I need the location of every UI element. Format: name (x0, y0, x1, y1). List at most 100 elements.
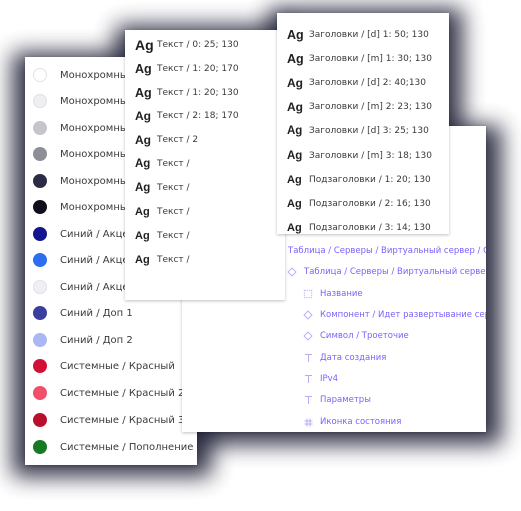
text-style-item[interactable]: Ag Текст / 2 (125, 128, 198, 152)
text-style-item[interactable]: Ag Текст / (125, 248, 190, 272)
text-style-label: Текст / 0: 25; 130 (157, 40, 239, 50)
color-style-item[interactable]: Системные / Красный 2 (25, 380, 197, 406)
text-style-item[interactable]: Ag Текст / 2: 18; 170 (125, 104, 239, 128)
text-style-label: Текст / 2: 18; 170 (157, 111, 239, 121)
text-style-preview-icon: Ag (287, 76, 303, 90)
text-style-item[interactable]: Ag Текст / (125, 224, 190, 248)
heading-style-item[interactable]: Ag Заголовки / [m] 1: 30; 130 (277, 47, 432, 71)
layer-item[interactable]: Таблица / Серверы / Виртуальный сервер /… (286, 262, 486, 282)
heading-style-item[interactable]: Ag Подзаголовки / 3: 14; 130 (277, 216, 431, 240)
text-style-preview-icon: Ag (287, 174, 302, 186)
layer-label: Название (320, 289, 363, 299)
heading-style-label: Заголовки / [m] 2: 23; 130 (309, 102, 432, 112)
heading-style-label: Заголовки / [m] 3: 18; 130 (309, 151, 432, 161)
text-style-label: Текст / (157, 207, 190, 217)
color-swatch (33, 253, 47, 267)
color-swatch (33, 333, 47, 347)
component-icon (302, 309, 314, 321)
heading-style-label: Заголовки / [d] 3: 25; 130 (309, 126, 429, 136)
layer-label: Компонент / Идет развертывание сервера (320, 310, 486, 320)
color-style-label: Синий / Доп 1 (60, 307, 133, 319)
text-style-preview-icon: Ag (287, 52, 304, 66)
heading-style-item[interactable]: Ag Подзаголовки / 2: 16; 130 (277, 192, 431, 216)
layer-label: IPv4 (320, 374, 339, 384)
text-style-label: Текст / 1: 20; 170 (157, 64, 239, 74)
color-swatch (33, 413, 47, 427)
layer-label: Дата создания (320, 353, 387, 363)
frame-icon (302, 416, 314, 428)
heading-style-label: Заголовки / [d] 2: 40;130 (309, 78, 426, 88)
layer-item[interactable]: Компонент / Идет развертывание сервера (302, 305, 486, 325)
text-style-label: Текст / (157, 231, 190, 241)
color-swatch (33, 121, 47, 135)
text-icon (302, 352, 314, 364)
heading-style-label: Заголовки / [d] 1: 50; 130 (309, 30, 429, 40)
layer-label: Таблица / Серверы / Виртуальный сервер /… (304, 267, 486, 277)
heading-style-label: Заголовки / [m] 1: 30; 130 (309, 54, 432, 64)
heading-style-label: Подзаголовки / 2: 16; 130 (309, 199, 431, 209)
heading-style-item[interactable]: Ag Заголовки / [d] 2: 40;130 (277, 71, 426, 95)
layer-item[interactable]: Дата создания (302, 348, 386, 368)
text-style-preview-icon: Ag (135, 182, 151, 194)
text-style-preview-icon: Ag (135, 230, 150, 242)
heading-styles-panel: Ag Заголовки / [d] 1: 50; 130 Ag Заголовки … (277, 13, 449, 234)
text-style-item[interactable]: Ag Текст / (125, 152, 190, 176)
color-style-label: Системные / Пополнение (60, 441, 194, 453)
layer-item[interactable]: Название (302, 284, 363, 304)
layer-label: Параметры (320, 395, 371, 405)
layer-label: Иконка состояния (320, 417, 402, 427)
text-style-preview-icon: Ag (287, 100, 303, 114)
text-style-label: Текст / (157, 183, 190, 193)
text-style-item[interactable]: Ag Текст / 1: 20; 170 (125, 57, 239, 81)
text-style-preview-icon: Ag (287, 150, 303, 162)
text-style-preview-icon: Ag (135, 109, 151, 123)
text-style-preview-icon: Ag (135, 254, 150, 266)
text-style-preview-icon: Ag (287, 125, 303, 137)
heading-style-label: Подзаголовки / 1: 20; 130 (309, 175, 431, 185)
layer-item[interactable]: Символ / Троеточие (302, 326, 409, 346)
text-style-label: Текст / 2 (157, 135, 199, 145)
heading-style-label: Подзаголовки / 3: 14; 130 (309, 223, 431, 233)
color-style-label: Системные / Красный (60, 360, 175, 372)
text-style-preview-icon: Ag (135, 158, 151, 170)
text-style-item[interactable]: Ag Текст / (125, 200, 190, 224)
color-swatch (33, 147, 47, 161)
text-style-preview-icon: Ag (287, 28, 304, 42)
color-style-item[interactable]: Системные / Пополнение (25, 434, 197, 460)
color-style-item[interactable]: Синий / Доп 2 (25, 327, 197, 353)
heading-style-item[interactable]: Ag Заголовки / [m] 2: 23; 130 (277, 95, 432, 119)
heading-style-item[interactable]: Ag Заголовки / [d] 3: 25; 130 (277, 119, 429, 143)
layer-item[interactable]: Таблица / Серверы / Виртуальный сервер /… (270, 241, 486, 261)
heading-style-item[interactable]: Ag Подзаголовки / 1: 20; 130 (277, 168, 431, 192)
layer-item[interactable]: Параметры (302, 390, 371, 410)
text-styles-panel: Ag Текст / 0: 25; 130 Ag Текст / 1: 20; 170… (125, 30, 285, 300)
text-style-preview-icon: Ag (287, 198, 302, 210)
text-style-preview-icon: Ag (135, 37, 154, 53)
color-style-label: Системные / Красный 3 (60, 414, 185, 426)
heading-style-item[interactable]: Ag Заголовки / [m] 3: 18; 130 (277, 144, 432, 168)
color-swatch (33, 174, 47, 188)
text-icon (302, 373, 314, 385)
layer-item[interactable]: Иконка состояния (302, 412, 401, 432)
color-swatch (33, 227, 47, 241)
component-set-icon (302, 288, 314, 300)
component-icon (302, 330, 314, 342)
text-style-label: Текст / (157, 255, 190, 265)
text-style-item[interactable]: Ag Текст / 0: 25; 130 (125, 33, 239, 57)
color-swatch (33, 306, 47, 320)
layer-item[interactable]: IPv4 (302, 369, 338, 389)
color-style-item[interactable]: Системные / Красный 3 (25, 407, 197, 433)
heading-style-item[interactable]: Ag Заголовки / [d] 1: 50; 130 (277, 23, 429, 47)
color-style-item[interactable]: Системные / Красный (25, 353, 197, 379)
component-icon (286, 266, 298, 278)
text-style-item[interactable]: Ag Текст / 1: 20; 130 (125, 81, 239, 105)
color-swatch (33, 386, 47, 400)
text-style-item[interactable]: Ag Текст / (125, 176, 190, 200)
text-style-preview-icon: Ag (135, 206, 150, 218)
color-swatch (33, 94, 47, 108)
text-style-preview-icon: Ag (287, 222, 302, 234)
color-swatch (33, 200, 47, 214)
text-style-preview-icon: Ag (135, 133, 151, 147)
color-style-item[interactable]: Синий / Доп 1 (25, 300, 197, 326)
color-swatch (33, 359, 47, 373)
